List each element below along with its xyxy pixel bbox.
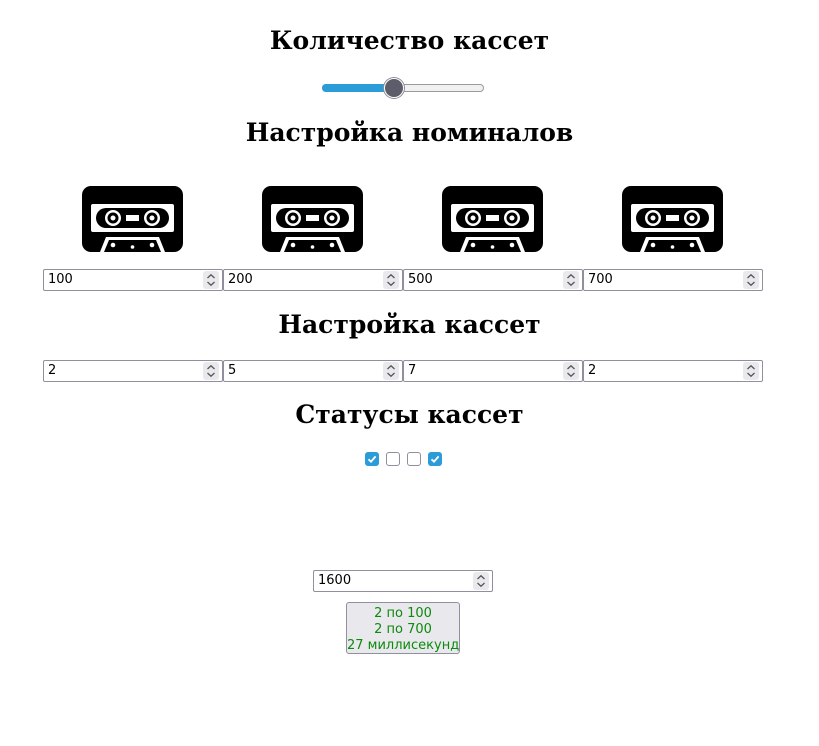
cassette-icon <box>262 186 363 252</box>
spin-arrows-icon[interactable] <box>383 362 399 380</box>
cassette-amount-input-2[interactable]: 5 <box>223 360 403 382</box>
spin-arrows-icon[interactable] <box>563 271 579 289</box>
statuses-heading: Статусы кассет <box>295 400 524 429</box>
spin-arrows-icon[interactable] <box>473 572 489 590</box>
spin-arrows-icon[interactable] <box>563 362 579 380</box>
slider-thumb[interactable] <box>384 78 404 98</box>
checkmark-icon <box>367 455 377 464</box>
cassette-icon <box>82 186 183 252</box>
cassette-amount-value: 7 <box>408 363 417 378</box>
spin-arrows-icon[interactable] <box>203 271 219 289</box>
cassette-amount-value: 5 <box>228 363 237 378</box>
cassette-amount-input-3[interactable]: 7 <box>403 360 583 382</box>
amount-value: 1600 <box>318 573 352 588</box>
result-line: 2 по 100 <box>374 606 432 621</box>
cassette-amount-input-1[interactable]: 2 <box>43 360 223 382</box>
cassettes-heading: Настройка кассет <box>278 310 541 339</box>
cassette-icon <box>442 186 543 252</box>
spin-arrows-icon[interactable] <box>743 271 759 289</box>
status-checkbox-2[interactable] <box>386 452 400 466</box>
status-checkbox-4[interactable] <box>428 452 442 466</box>
denomination-value: 100 <box>48 272 73 287</box>
cassette-icon <box>622 186 723 252</box>
result-line: 2 по 700 <box>374 622 432 637</box>
result-line: 27 миллисекунд <box>347 638 460 653</box>
cassette-amount-value: 2 <box>48 363 57 378</box>
cassette-count-slider[interactable] <box>322 78 484 98</box>
cassette-count-heading: Количество кассет <box>269 26 550 55</box>
status-checkbox-3[interactable] <box>407 452 421 466</box>
spin-arrows-icon[interactable] <box>203 362 219 380</box>
amount-input[interactable]: 1600 <box>313 570 493 592</box>
denominations-heading: Настройка номиналов <box>245 118 574 147</box>
spin-arrows-icon[interactable] <box>743 362 759 380</box>
cassette-amount-value: 2 <box>588 363 597 378</box>
checkmark-icon <box>430 455 440 464</box>
status-checkbox-1[interactable] <box>365 452 379 466</box>
denomination-input-4[interactable]: 700 <box>583 269 763 291</box>
result-button[interactable]: 2 по 100 2 по 700 27 миллисекунд <box>346 602 460 654</box>
cassette-amount-input-4[interactable]: 2 <box>583 360 763 382</box>
spin-arrows-icon[interactable] <box>383 271 399 289</box>
denomination-value: 700 <box>588 272 613 287</box>
denomination-input-1[interactable]: 100 <box>43 269 223 291</box>
denomination-value: 200 <box>228 272 253 287</box>
denomination-value: 500 <box>408 272 433 287</box>
denomination-input-2[interactable]: 200 <box>223 269 403 291</box>
denomination-input-3[interactable]: 500 <box>403 269 583 291</box>
slider-fill <box>322 84 393 92</box>
